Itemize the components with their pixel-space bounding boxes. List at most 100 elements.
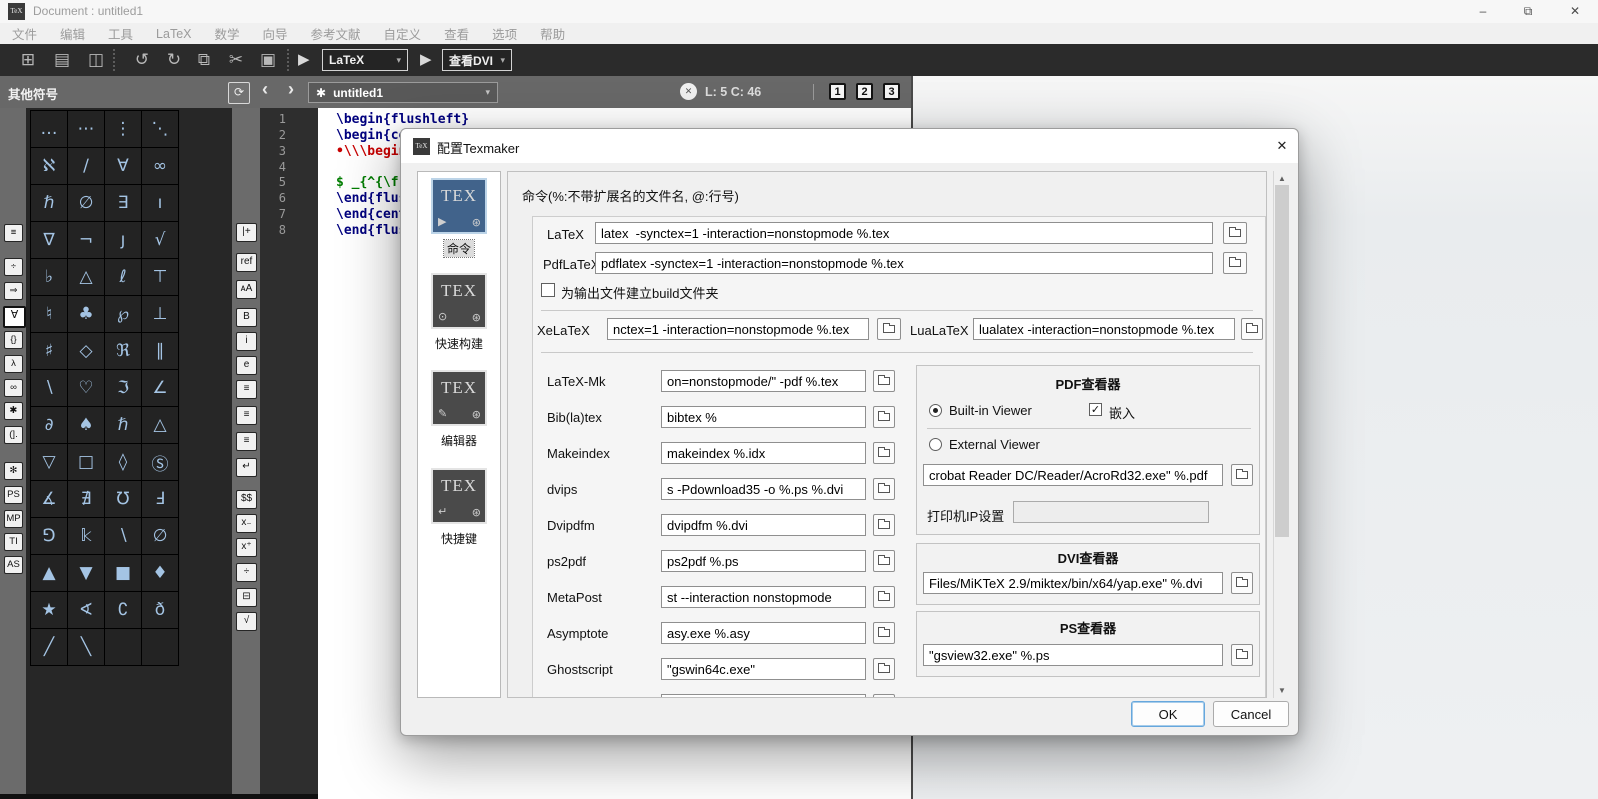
menu-item[interactable]: 数学 <box>215 24 240 43</box>
text-symbols-icon[interactable]: ✻ <box>4 462 23 480</box>
symbol-cell[interactable]: ∇ <box>31 222 67 258</box>
command-input[interactable] <box>661 514 866 536</box>
symbol-cell[interactable]: ℏ <box>105 407 141 443</box>
command-browse-button[interactable] <box>873 694 895 697</box>
misc-symbols-icon[interactable]: ∀ <box>3 306 26 328</box>
cut-icon[interactable]: ✂ <box>224 49 248 71</box>
symbol-cell[interactable]: ∞ <box>142 148 178 184</box>
symbol-cell[interactable]: ð <box>142 592 178 628</box>
symbol-cell[interactable]: ∂ <box>31 407 67 443</box>
menu-item[interactable]: 参考文献 <box>311 24 361 43</box>
symbol-cell[interactable]: ℓ <box>105 259 141 295</box>
save-icon[interactable]: ◫ <box>84 49 108 71</box>
symbol-cell[interactable]: ı <box>142 185 178 221</box>
symbol-cell[interactable]: ■ <box>105 555 141 591</box>
symbol-cell[interactable]: ╲ <box>68 629 104 665</box>
special-symbols-icon[interactable]: ✱ <box>4 402 23 420</box>
build-folder-checkbox[interactable] <box>541 283 555 297</box>
next-document-icon[interactable]: › <box>288 79 294 100</box>
command-browse-button[interactable] <box>873 478 895 500</box>
symbol-cell[interactable]: ∖ <box>105 518 141 554</box>
close-document-icon[interactable]: ✕ <box>680 83 697 100</box>
italic-icon[interactable]: i <box>236 332 257 351</box>
dialog-scrollbar[interactable]: ▲ ▼ <box>1273 171 1290 698</box>
command-browse-button[interactable] <box>873 658 895 680</box>
view-mode-button[interactable]: 1 <box>829 83 846 100</box>
minimize-button[interactable]: – <box>1468 2 1498 21</box>
settings-nav-item[interactable]: TEX ⊙ ⊛ 快速构建 <box>418 273 500 353</box>
view-mode-button[interactable]: 2 <box>856 83 873 100</box>
emphasis-icon[interactable]: e <box>236 356 257 375</box>
most-used-symbols-icon[interactable]: ∞ <box>4 379 23 397</box>
cancel-button[interactable]: Cancel <box>1213 701 1289 727</box>
symbol-cell[interactable]: ♣ <box>68 296 104 332</box>
scroll-up-icon[interactable]: ▲ <box>1274 174 1290 183</box>
menu-item[interactable]: 选项 <box>492 24 517 43</box>
symbol-cell[interactable]: ♡ <box>68 370 104 406</box>
symbol-cell[interactable]: ℜ <box>105 333 141 369</box>
structure-panel-icon[interactable]: ≡ <box>4 224 23 242</box>
scrollbar-thumb[interactable] <box>1275 185 1289 537</box>
build-command-select[interactable]: LaTeX ▾ <box>322 49 408 71</box>
close-button[interactable]: ✕ <box>1560 2 1590 21</box>
pdf-viewer-path-input[interactable] <box>923 464 1223 486</box>
symbol-cell[interactable]: … <box>31 111 67 147</box>
lualatex-browse-button[interactable] <box>1241 318 1263 340</box>
settings-nav-item[interactable]: TEX ↵ ⊛ 快捷键 <box>418 468 500 548</box>
dialog-close-icon[interactable]: ✕ <box>1271 136 1293 156</box>
sqrt-icon[interactable]: √ <box>236 612 257 631</box>
symbol-cell[interactable]: ∀ <box>105 148 141 184</box>
command-browse-button[interactable] <box>873 442 895 464</box>
align-left-icon[interactable]: ≡ <box>236 380 257 399</box>
printer-ip-input[interactable] <box>1013 501 1209 523</box>
command-input[interactable] <box>661 370 866 392</box>
symbol-cell[interactable]: ∁ <box>105 592 141 628</box>
symbol-cell[interactable]: □ <box>68 444 104 480</box>
relation-symbols-icon[interactable]: ÷ <box>4 258 23 276</box>
symbol-cell[interactable]: ∅ <box>68 185 104 221</box>
menu-item[interactable]: LaTeX <box>156 27 191 41</box>
symbol-cell[interactable]: 𝕜 <box>68 518 104 554</box>
symbol-cell[interactable]: ⋯ <box>68 111 104 147</box>
command-browse-button[interactable] <box>873 406 895 428</box>
command-input[interactable] <box>661 622 866 644</box>
symbol-cell[interactable]: ¬ <box>68 222 104 258</box>
refresh-icon[interactable]: ⟳ <box>228 82 250 104</box>
pstricks-icon[interactable]: PS <box>4 486 23 504</box>
symbol-cell[interactable]: △ <box>68 259 104 295</box>
metapost-icon[interactable]: MP <box>4 510 23 528</box>
symbol-cell[interactable]: ⊥ <box>142 296 178 332</box>
latex-browse-button[interactable] <box>1223 222 1247 244</box>
symbol-cell[interactable]: ◊ <box>105 444 141 480</box>
pdf-viewer-browse-button[interactable] <box>1231 464 1253 486</box>
latex-command-input[interactable] <box>595 222 1213 244</box>
symbol-cell[interactable]: ȷ <box>105 222 141 258</box>
command-input[interactable] <box>661 550 866 572</box>
run-build-icon[interactable]: ▶ <box>298 50 310 68</box>
symbol-cell[interactable]: ∡ <box>31 481 67 517</box>
symbol-cell[interactable]: ∢ <box>68 592 104 628</box>
command-browse-button[interactable] <box>873 514 895 536</box>
symbol-cell[interactable]: ℏ <box>31 185 67 221</box>
label-icon[interactable]: |+ <box>236 223 257 242</box>
ps-viewer-path-input[interactable] <box>923 644 1223 666</box>
menu-item[interactable]: 向导 <box>263 24 288 43</box>
symbol-cell[interactable]: ★ <box>31 592 67 628</box>
symbol-cell[interactable]: ∠ <box>142 370 178 406</box>
inline-math-icon[interactable]: $$ <box>236 490 257 509</box>
scroll-down-icon[interactable]: ▼ <box>1274 686 1290 695</box>
greek-letters-icon[interactable]: λ <box>4 355 23 373</box>
settings-nav-item[interactable]: TEX ✎ ⊛ 编辑器 <box>418 370 500 450</box>
symbol-cell[interactable]: ▽ <box>31 444 67 480</box>
xelatex-browse-button[interactable] <box>877 318 901 340</box>
ps-viewer-browse-button[interactable] <box>1231 644 1253 666</box>
view-mode-button[interactable]: 3 <box>883 83 900 100</box>
symbol-cell[interactable]: ℘ <box>105 296 141 332</box>
command-input[interactable] <box>661 694 866 697</box>
symbol-cell[interactable]: ▲ <box>31 555 67 591</box>
command-browse-button[interactable] <box>873 370 895 392</box>
symbol-cell[interactable]: ▼ <box>68 555 104 591</box>
symbol-cell[interactable]: ∕ <box>68 148 104 184</box>
dfrac-icon[interactable]: ⊟ <box>236 588 257 607</box>
embed-checkbox[interactable]: ✓ <box>1089 403 1102 416</box>
